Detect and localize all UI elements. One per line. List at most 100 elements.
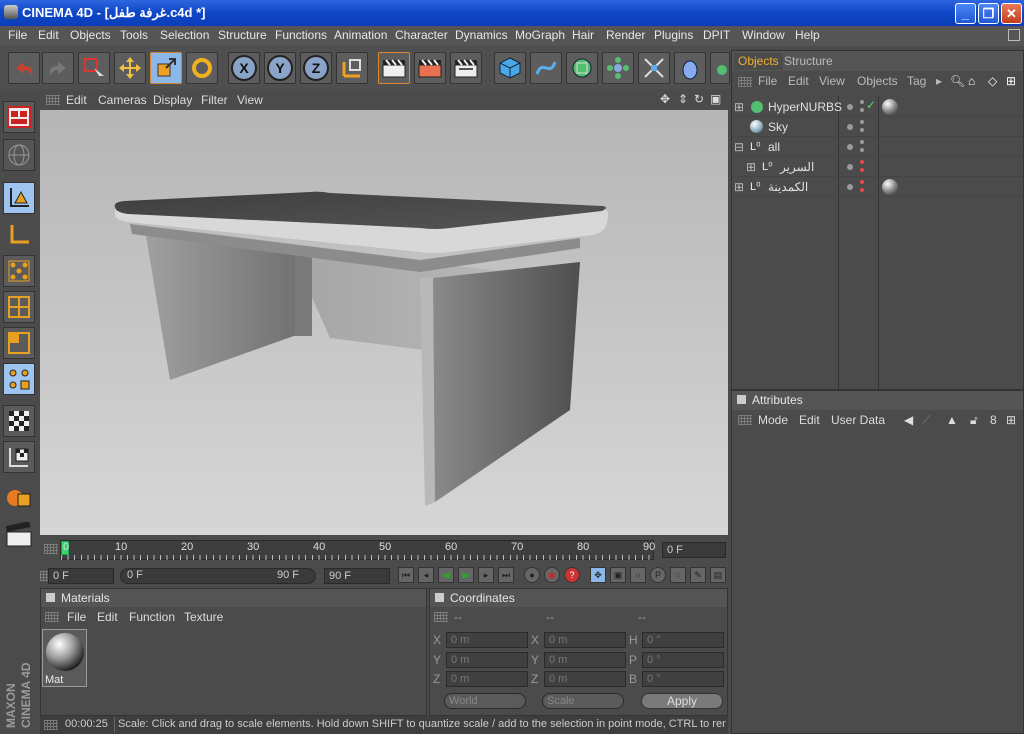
object-mode-button[interactable] [3, 219, 35, 251]
up-arrow-icon[interactable]: ▲ [946, 413, 958, 427]
materials-menu-file[interactable]: File [67, 610, 86, 624]
current-frame-field[interactable]: 0 F [662, 542, 726, 558]
world-mode-dropdown[interactable]: World [444, 693, 526, 709]
objects-menu-file[interactable]: File [758, 74, 777, 88]
menu-hair[interactable]: Hair [572, 28, 594, 42]
menu-file[interactable]: File [8, 28, 27, 42]
object-row-all[interactable]: ⊟ L⁰ all [732, 137, 1023, 157]
make-editable-button[interactable] [3, 139, 35, 171]
key-rotation-button[interactable]: ○ [630, 567, 646, 583]
viewport-menu-edit[interactable]: Edit [66, 93, 87, 107]
menu-character[interactable]: Character [395, 28, 448, 42]
coordinates-grip-icon[interactable] [434, 612, 448, 622]
materials-menu-edit[interactable]: Edit [97, 610, 118, 624]
menu-selection[interactable]: Selection [160, 28, 209, 42]
attributes-grip-icon[interactable] [738, 415, 752, 425]
key-parameter-button[interactable]: P [650, 567, 666, 583]
eye-icon[interactable]: ◇ [988, 74, 997, 88]
key-tool-button[interactable]: ✎ [690, 567, 706, 583]
render-visibility-dot[interactable] [860, 108, 864, 112]
position-y-field[interactable]: 0 m [446, 652, 528, 668]
maximize-button[interactable]: ❐ [978, 3, 999, 24]
record-button[interactable]: ● [524, 567, 540, 583]
edges-mode-button[interactable] [3, 291, 35, 323]
x-axis-button[interactable]: X [228, 52, 260, 84]
coordinate-system-button[interactable] [336, 52, 368, 84]
move-tool-button[interactable] [114, 52, 146, 84]
size-y-field[interactable]: 0 m [544, 652, 626, 668]
menu-mograph[interactable]: MoGraph [515, 28, 565, 42]
forward-arrow-icon[interactable]: ⟋ [922, 413, 930, 428]
texture-mode-button[interactable] [3, 255, 35, 287]
editor-visibility-dot[interactable] [847, 124, 853, 130]
render-visibility-dot[interactable] [860, 148, 864, 152]
spline-button[interactable] [530, 52, 562, 84]
tab-objects[interactable]: Objects [734, 53, 783, 70]
viewport-maximize-icon[interactable]: ▣ [710, 92, 721, 106]
render-region-button[interactable] [414, 52, 446, 84]
go-to-end-button[interactable]: ⏭ [498, 567, 514, 583]
material-swatch[interactable]: Mat [42, 629, 87, 687]
editor-visibility-dot[interactable] [847, 144, 853, 150]
scale-tool-button[interactable] [150, 52, 182, 84]
attributes-menu-mode[interactable]: Mode [758, 413, 788, 427]
tab-structure[interactable]: Structure [780, 53, 837, 70]
viewport-rotate-icon[interactable]: ↻ [694, 92, 704, 106]
object-row-bed[interactable]: ⊞ L⁰ السرير [732, 157, 1023, 177]
render-visibility-dot[interactable] [860, 128, 864, 132]
attributes-menu-edit[interactable]: Edit [799, 413, 820, 427]
timeline[interactable]: 0 10 20 30 40 50 60 70 80 90 0 F [40, 536, 728, 564]
viewport-menu-cameras[interactable]: Cameras [98, 93, 147, 107]
z-axis-button[interactable]: Z [300, 52, 332, 84]
render-visibility-dot[interactable] [860, 168, 864, 172]
play-reverse-button[interactable]: ◀ [438, 567, 454, 583]
apply-button[interactable]: Apply [641, 693, 723, 709]
range-slider[interactable]: 0 F 90 F [120, 568, 316, 584]
editor-visibility-dot[interactable] [847, 104, 853, 110]
viewport-menu-view[interactable]: View [237, 93, 263, 107]
rotate-tool-button[interactable] [186, 52, 218, 84]
material-tag-icon[interactable] [882, 179, 898, 195]
nurbs-button[interactable] [566, 52, 598, 84]
workplane-button[interactable] [3, 483, 35, 515]
array-button[interactable] [602, 52, 634, 84]
editor-visibility-dot[interactable] [847, 184, 853, 190]
end-frame-field[interactable]: 90 F [324, 568, 390, 584]
menu-dynamics[interactable]: Dynamics [455, 28, 508, 42]
more-arrow-icon[interactable]: ▸ [936, 74, 942, 88]
render-visibility-dot[interactable] [860, 160, 864, 164]
expand-icon[interactable]: ⊟ [734, 140, 744, 154]
menu-animation[interactable]: Animation [334, 28, 387, 42]
panel-toggle-icon[interactable] [737, 395, 746, 404]
render-settings-button[interactable] [450, 52, 482, 84]
deformer-button[interactable] [638, 52, 670, 84]
menu-help[interactable]: Help [795, 28, 820, 42]
render-visibility-dot[interactable] [860, 120, 864, 124]
layout-button[interactable] [3, 101, 35, 133]
key-scheme-button[interactable]: ▤ [710, 567, 726, 583]
editor-visibility-dot[interactable] [847, 164, 853, 170]
help-key-button[interactable]: ? [564, 567, 580, 583]
lock-icon[interactable]: 🔓︎ [970, 413, 978, 428]
menu-render[interactable]: Render [606, 28, 645, 42]
expand-icon[interactable]: ⊞ [734, 180, 744, 194]
search-icon[interactable]: 🔍︎ [950, 74, 965, 88]
close-button[interactable]: ✕ [1001, 3, 1022, 24]
home-icon[interactable]: ⌂ [968, 74, 975, 88]
use-axis-button[interactable] [3, 363, 35, 395]
objects-menu-edit[interactable]: Edit [788, 74, 809, 88]
panel-grip-icon[interactable] [46, 95, 60, 105]
enabled-check-icon[interactable]: ✓ [866, 98, 876, 112]
materials-grip-icon[interactable] [45, 612, 59, 622]
go-to-start-button[interactable]: ⏮ [398, 567, 414, 583]
back-arrow-icon[interactable]: ◀ [904, 413, 913, 427]
viewport-menu-filter[interactable]: Filter [201, 93, 228, 107]
timeline-grip-icon[interactable] [44, 544, 58, 554]
viewport-canvas[interactable] [40, 110, 728, 535]
render-active-view-button[interactable] [3, 519, 35, 551]
objects-menu-tags[interactable]: Tags [907, 74, 927, 88]
scale-mode-dropdown[interactable]: Scale [542, 693, 624, 709]
menu-window[interactable]: Window [742, 28, 785, 42]
minimize-button[interactable]: _ [955, 3, 976, 24]
render-view-button[interactable] [378, 52, 410, 84]
